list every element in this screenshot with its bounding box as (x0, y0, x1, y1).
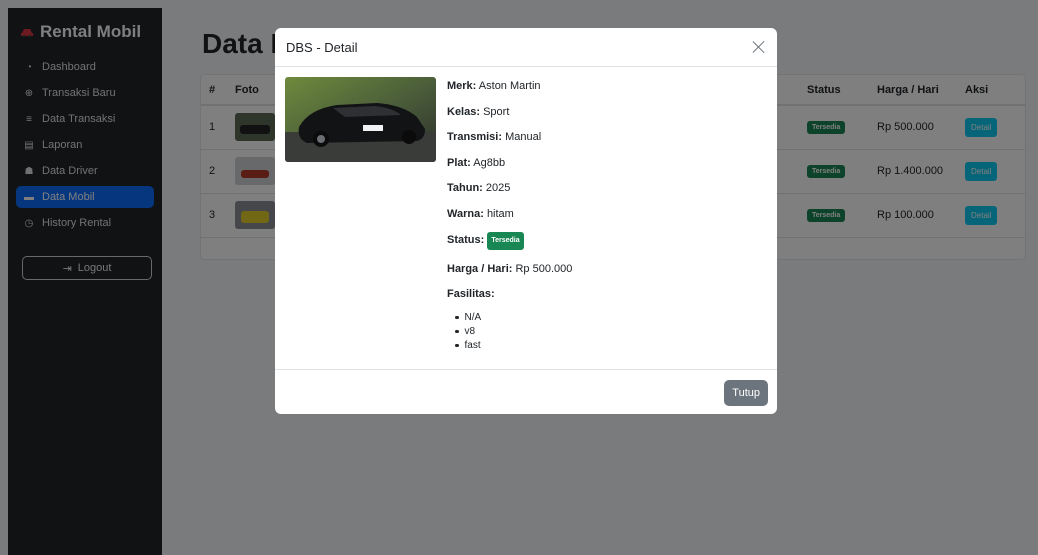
detail-label: Plat: (447, 156, 471, 169)
detail-label: Status: (447, 234, 485, 246)
car-photo (285, 77, 436, 162)
detail-tahun: Tahun: 2025 (447, 181, 572, 195)
list-item: N/A (455, 311, 572, 325)
status-badge: Tersedia (487, 232, 524, 250)
detail-label: Transmisi: (447, 131, 503, 143)
detail-value: Ag8bb (473, 156, 506, 169)
detail-value: Manual (505, 131, 542, 143)
modal-title: DBS - Detail (286, 39, 358, 55)
detail-harga: Harga / Hari: Rp 500.000 (447, 262, 572, 276)
modal-footer: Tutup (275, 369, 777, 414)
modal-header: DBS - Detail (275, 28, 777, 67)
detail-value: Rp 500.000 (515, 262, 573, 275)
detail-fasilitas: Fasilitas: (447, 287, 572, 301)
detail-status: Status: Tersedia (447, 232, 572, 250)
list-item: fast (455, 339, 572, 353)
detail-transmisi: Transmisi: Manual (447, 130, 572, 144)
detail-label: Merk: (447, 80, 477, 92)
modal-body: Merk: Aston Martin Kelas: Sport Transmis… (275, 67, 777, 359)
detail-value: Sport (483, 105, 510, 118)
detail-warna: Warna: hitam (447, 207, 572, 221)
detail-kelas: Kelas: Sport (447, 105, 572, 119)
detail-label: Tahun: (447, 182, 483, 194)
fasilitas-list: N/A v8 fast (447, 311, 572, 353)
detail-value: 2025 (485, 182, 511, 194)
list-item: v8 (455, 325, 572, 339)
detail-label: Fasilitas: (447, 288, 495, 300)
detail-value: Aston Martin (478, 80, 541, 92)
close-button[interactable]: Tutup (724, 380, 768, 406)
detail-merk: Merk: Aston Martin (447, 79, 572, 93)
detail-plat: Plat: Ag8bb (447, 156, 572, 170)
detail-label: Harga / Hari: (447, 262, 513, 275)
detail-label: Kelas: (447, 105, 481, 118)
close-icon[interactable] (751, 39, 767, 55)
detail-label: Warna: (447, 207, 484, 220)
detail-value: hitam (486, 207, 514, 220)
car-details: Merk: Aston Martin Kelas: Sport Transmis… (447, 79, 572, 353)
detail-modal: DBS - Detail Merk: Aston Martin Kelas: S… (275, 28, 777, 414)
